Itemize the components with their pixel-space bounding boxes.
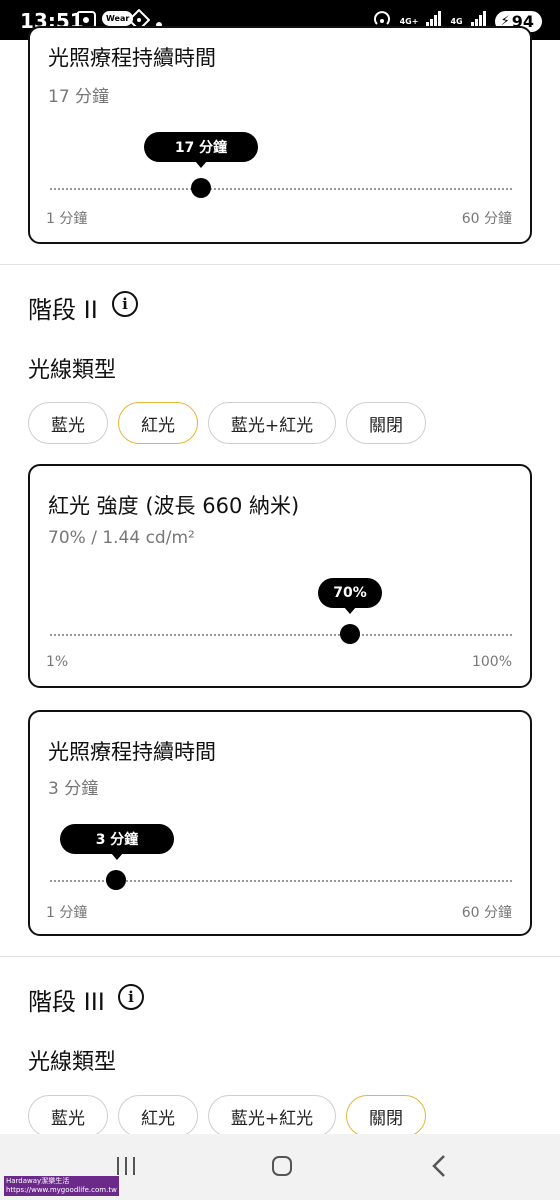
top-duration-card: 光照療程持續時間 17 分鐘 17 分鐘 1 分鐘 60 分鐘	[28, 26, 532, 244]
watermark-line-1: Hardaway潔樂生活	[6, 1177, 70, 1185]
slider-min-label: 1%	[46, 654, 69, 670]
slider-knob[interactable]	[340, 624, 360, 644]
network-4g-icon: 4G	[450, 16, 463, 26]
chip-label: 紅光	[141, 1108, 175, 1129]
card-title: 光照療程持續時間	[48, 46, 216, 70]
slider-tooltip: 17 分鐘	[144, 132, 258, 168]
card-title: 紅光 強度 (波長 660 納米)	[48, 494, 300, 518]
watermark-line-2: https://www.mygoodlife.com.tw	[6, 1186, 117, 1194]
chip-blue-light[interactable]: 藍光	[28, 1095, 108, 1137]
info-icon[interactable]: i	[118, 984, 144, 1010]
chip-label: 關閉	[369, 1108, 403, 1129]
slider-tooltip: 3 分鐘	[60, 824, 174, 860]
chip-off[interactable]: 關閉	[346, 1095, 426, 1137]
light-type-heading: 光線類型	[28, 1050, 117, 1075]
slider-max-label: 60 分鐘	[461, 905, 512, 921]
chip-label: 藍光	[51, 415, 85, 436]
chip-blue-red-light[interactable]: 藍光+紅光	[208, 402, 336, 444]
slider-knob[interactable]	[106, 870, 126, 890]
back-icon[interactable]	[428, 1154, 452, 1182]
info-icon[interactable]: i	[112, 291, 138, 317]
duration-card: 光照療程持續時間 3 分鐘 3 分鐘 1 分鐘 60 分鐘	[28, 710, 532, 936]
slider-knob[interactable]	[191, 178, 211, 198]
divider	[0, 956, 560, 957]
chip-label: 藍光	[51, 1108, 85, 1129]
slider-max-label: 100%	[471, 654, 512, 670]
card-title: 光照療程持續時間	[48, 740, 216, 764]
chip-blue-red-light[interactable]: 藍光+紅光	[208, 1095, 336, 1137]
chip-red-light[interactable]: 紅光	[118, 1095, 198, 1137]
chip-label: 紅光	[141, 415, 175, 436]
slider-tooltip: 70%	[318, 578, 382, 614]
network-4g-plus-icon: 4G+	[399, 16, 419, 26]
light-type-heading: 光線類型	[28, 358, 117, 383]
slider-min-label: 1 分鐘	[46, 905, 88, 921]
intensity-card: 紅光 強度 (波長 660 納米) 70% / 1.44 cd/m² 70% 1…	[28, 464, 532, 688]
slider-track[interactable]	[50, 634, 512, 636]
divider	[0, 264, 560, 265]
slider-max-label: 60 分鐘	[461, 211, 512, 227]
chip-blue-light[interactable]: 藍光	[28, 402, 108, 444]
chip-off[interactable]: 關閉	[346, 402, 426, 444]
card-value: 17 分鐘	[48, 87, 110, 107]
stage-2-title: 階段 II	[28, 296, 98, 324]
app-grid-icon	[127, 8, 151, 32]
chip-label: 藍光+紅光	[230, 1108, 314, 1129]
chip-label: 關閉	[369, 415, 403, 436]
watermark: Hardaway潔樂生活 https://www.mygoodlife.com.…	[4, 1176, 119, 1196]
home-icon[interactable]	[270, 1154, 294, 1182]
chip-label: 藍光+紅光	[230, 415, 314, 436]
stage-3-title: 階段 III	[28, 988, 105, 1016]
card-value: 70% / 1.44 cd/m²	[48, 528, 195, 548]
chip-red-light[interactable]: 紅光	[118, 402, 198, 444]
slider-track[interactable]	[50, 188, 512, 190]
slider-min-label: 1 分鐘	[46, 211, 88, 227]
card-value: 3 分鐘	[48, 779, 99, 799]
